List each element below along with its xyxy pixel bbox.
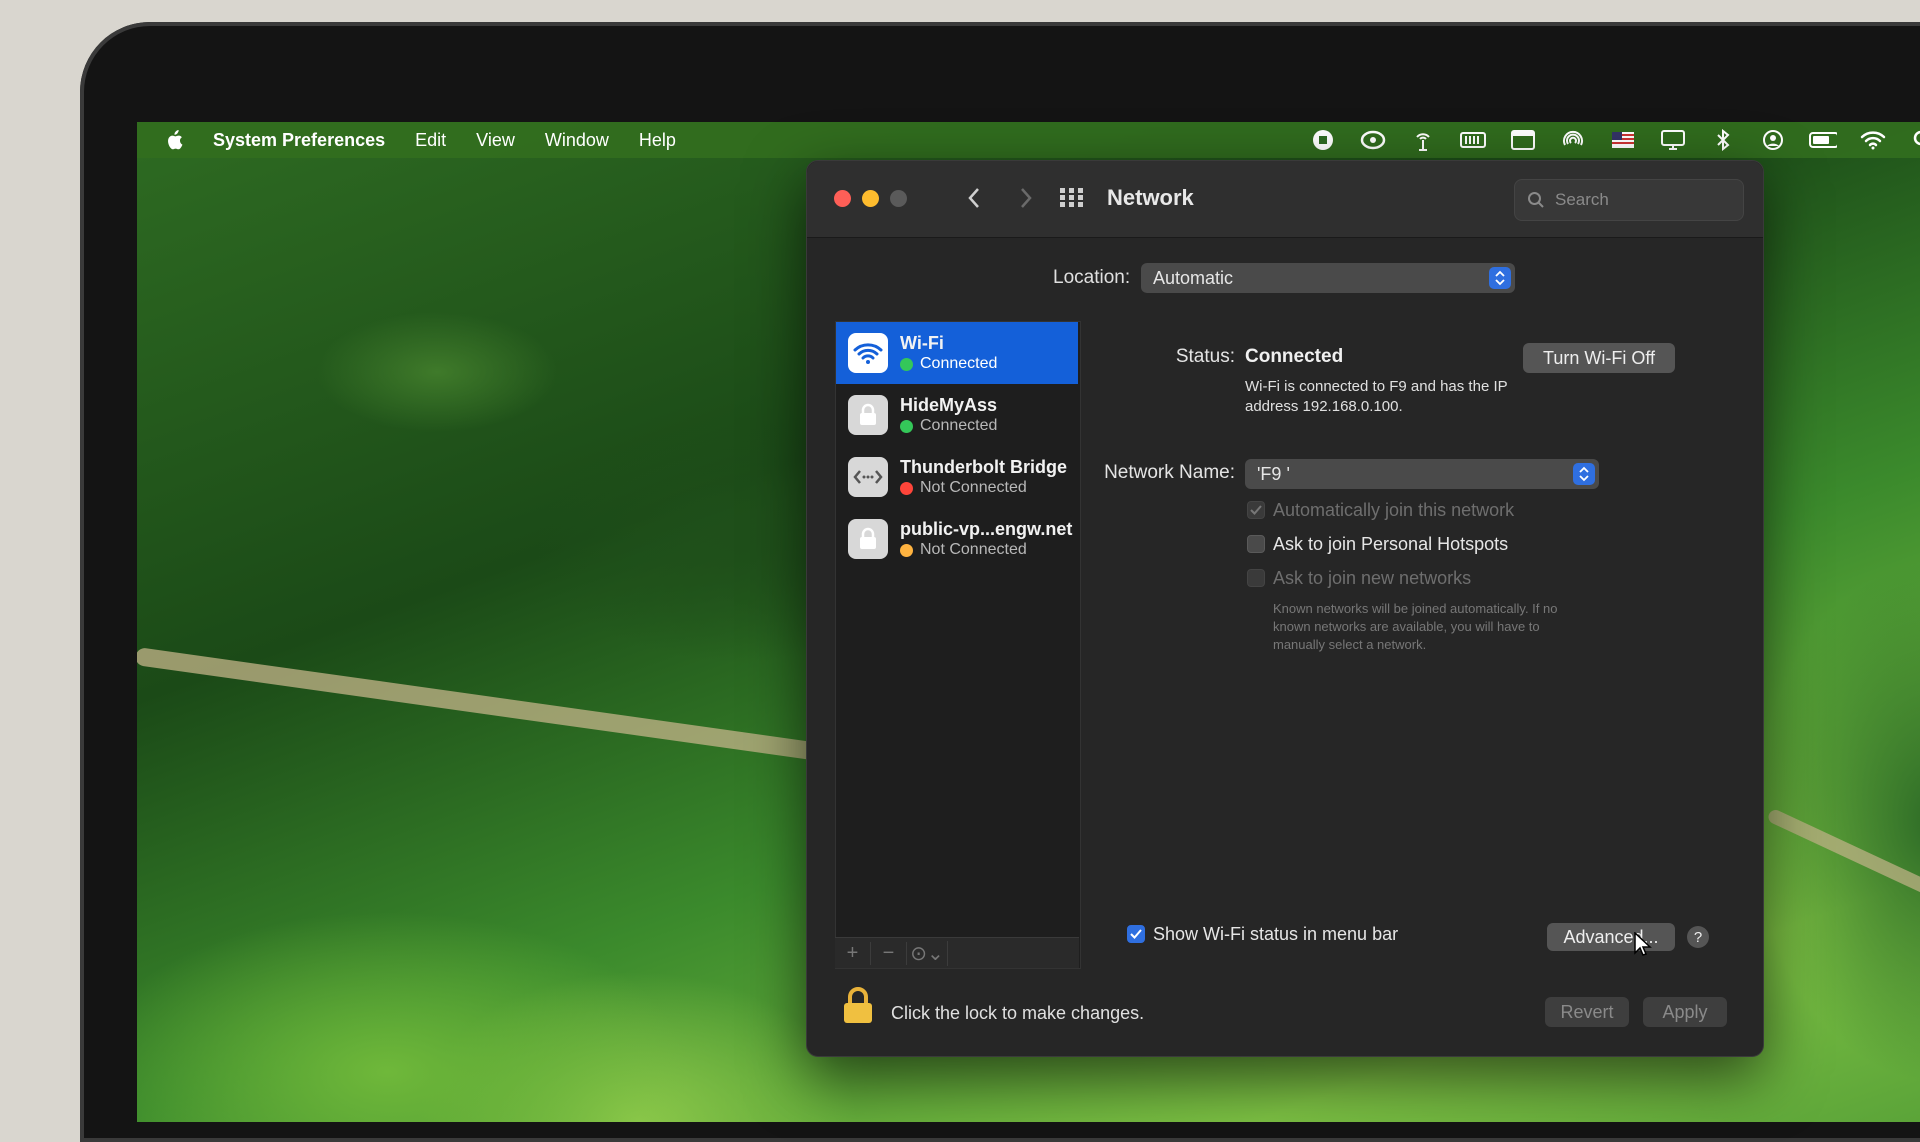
show-wifi-status-label: Show Wi-Fi status in menu bar xyxy=(1153,924,1399,944)
status-dot xyxy=(900,543,913,557)
status-dot xyxy=(900,419,913,433)
auto-join-checkbox[interactable] xyxy=(1247,501,1265,519)
menu-help[interactable]: Help xyxy=(639,130,676,151)
network-name-value: 'F9 ' xyxy=(1257,463,1290,484)
service-item-wifi[interactable]: Wi-Fi Connected xyxy=(836,322,1078,384)
mouse-pointer-icon xyxy=(1634,932,1652,956)
help-button[interactable]: ? xyxy=(1687,926,1709,948)
status-description-line: address 192.168.0.100. xyxy=(1245,398,1403,415)
menu-bar: System Preferences Edit View Window Help xyxy=(137,122,1920,158)
forward-button[interactable] xyxy=(1011,183,1041,213)
ask-hotspots-checkbox[interactable] xyxy=(1247,535,1265,553)
checkmark-icon xyxy=(1130,929,1142,939)
user-icon[interactable] xyxy=(1759,129,1787,151)
lock-message: Click the lock to make changes. xyxy=(891,1003,1145,1023)
checkmark-icon xyxy=(1250,505,1262,515)
title-bar: Network Search xyxy=(807,161,1763,238)
window-icon[interactable] xyxy=(1509,129,1537,151)
grid-icon xyxy=(1060,188,1083,207)
ask-new-networks-label: Ask to join new networks xyxy=(1273,568,1472,588)
location-select[interactable]: Automatic xyxy=(1141,263,1515,293)
display-icon[interactable] xyxy=(1659,129,1687,151)
show-wifi-status-checkbox[interactable] xyxy=(1127,925,1145,943)
service-status: Not Connected xyxy=(920,479,1027,496)
wallpaper-road xyxy=(137,647,850,766)
ask-hotspots-label: Ask to join Personal Hotspots xyxy=(1273,534,1509,554)
service-item-hidemyass[interactable]: HideMyAss Connected xyxy=(836,384,1078,446)
status-description: Wi-Fi is connected to F9 and has the IP … xyxy=(1245,377,1508,417)
wifi-antenna-icon[interactable] xyxy=(1409,129,1437,151)
location-value: Automatic xyxy=(1153,267,1234,288)
service-name: Thunderbolt Bridge xyxy=(900,457,1067,477)
note-line: manually select a network. xyxy=(1273,637,1427,652)
service-name: Wi-Fi xyxy=(900,333,944,353)
wallpaper-road xyxy=(1766,807,1920,931)
status-label: Status: xyxy=(1175,346,1235,367)
remove-service-button[interactable]: − xyxy=(871,941,907,965)
network-name-select[interactable]: 'F9 ' xyxy=(1245,459,1599,489)
advanced-button[interactable]: Advanced... xyxy=(1547,923,1675,951)
bridge-icon xyxy=(848,457,888,497)
flag-icon[interactable] xyxy=(1609,129,1637,151)
airdrop-icon[interactable] xyxy=(1559,129,1587,151)
service-status: Connected xyxy=(920,417,998,434)
search-placeholder: Search xyxy=(1555,190,1609,209)
turn-wifi-off-button[interactable]: Turn Wi-Fi Off xyxy=(1523,343,1675,373)
note-line: known networks are available, you will h… xyxy=(1273,619,1540,634)
service-list-controls: + − ⊙⌄ xyxy=(835,937,1079,968)
network-window: Network Search Location: Automatic Wi-Fi… xyxy=(806,160,1764,1057)
network-name-label: Network Name: xyxy=(1104,462,1235,483)
status-dot xyxy=(900,481,913,495)
status-dot xyxy=(900,357,913,371)
chevron-right-icon xyxy=(1021,188,1032,208)
apple-menu-icon[interactable] xyxy=(165,130,183,150)
service-item-thunderbolt-bridge[interactable]: Thunderbolt Bridge Not Connected xyxy=(836,446,1078,508)
service-name: public-vp...engw.net xyxy=(900,519,1073,539)
lock-icon[interactable] xyxy=(841,985,875,1030)
service-list: Wi-Fi Connected HideMyAss Connected Thun… xyxy=(835,321,1081,969)
bluetooth-icon[interactable] xyxy=(1709,129,1737,151)
ask-new-networks-checkbox[interactable] xyxy=(1247,569,1265,587)
show-all-button[interactable] xyxy=(1057,183,1087,213)
close-button[interactable] xyxy=(834,190,851,207)
wifi-icon xyxy=(848,333,888,373)
spotlight-icon[interactable] xyxy=(1909,129,1920,151)
service-status: Not Connected xyxy=(920,541,1027,558)
menu-app-name[interactable]: System Preferences xyxy=(213,130,385,151)
service-item-public-vpn[interactable]: public-vp...engw.net Not Connected xyxy=(836,508,1078,570)
menu-window[interactable]: Window xyxy=(545,130,609,151)
known-networks-note: Known networks will be joined automatica… xyxy=(1273,600,1633,654)
zoom-button[interactable] xyxy=(890,190,907,207)
status-value: Connected xyxy=(1245,346,1344,367)
menu-status-area xyxy=(1309,122,1920,158)
popup-stepper-icon xyxy=(1489,267,1511,289)
creative-cloud-icon[interactable] xyxy=(1359,129,1387,151)
auto-join-label: Automatically join this network xyxy=(1273,500,1515,520)
service-status: Connected xyxy=(920,355,998,372)
search-field[interactable]: Search xyxy=(1514,179,1744,221)
status-description-line: Wi-Fi is connected to F9 and has the IP xyxy=(1245,378,1508,395)
service-actions-button[interactable]: ⊙⌄ xyxy=(907,940,948,966)
battery-icon[interactable] xyxy=(1809,129,1837,151)
chevron-left-icon xyxy=(968,188,979,208)
minimize-button[interactable] xyxy=(862,190,879,207)
apply-button[interactable]: Apply xyxy=(1643,997,1727,1027)
back-button[interactable] xyxy=(959,183,989,213)
location-label: Location: xyxy=(1053,267,1131,288)
battery-meter-icon[interactable] xyxy=(1459,129,1487,151)
lock-icon xyxy=(848,395,888,435)
add-service-button[interactable]: + xyxy=(835,941,871,965)
search-icon xyxy=(1528,192,1544,208)
service-name: HideMyAss xyxy=(900,395,998,415)
lock-icon xyxy=(848,519,888,559)
record-icon[interactable] xyxy=(1309,129,1337,151)
window-title: Network xyxy=(1107,185,1194,210)
note-line: Known networks will be joined automatica… xyxy=(1273,601,1558,616)
wifi-icon[interactable] xyxy=(1859,129,1887,151)
menu-view[interactable]: View xyxy=(476,130,515,151)
popup-stepper-icon xyxy=(1573,463,1595,485)
revert-button[interactable]: Revert xyxy=(1545,997,1629,1027)
menu-edit[interactable]: Edit xyxy=(415,130,446,151)
